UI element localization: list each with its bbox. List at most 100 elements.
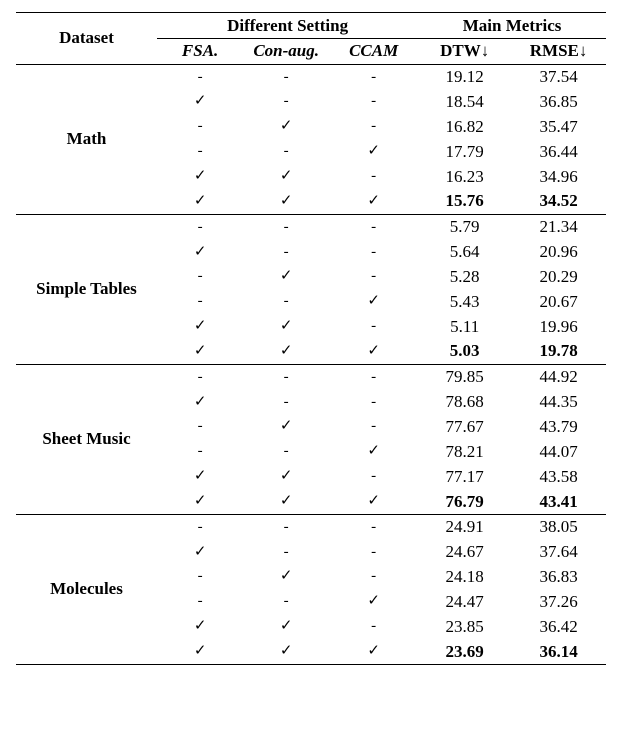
cell-conaug: - <box>243 139 329 164</box>
cell-conaug: ✓ <box>243 314 329 339</box>
cell-conaug: ✓ <box>243 639 329 664</box>
col-dataset: Dataset <box>16 13 157 65</box>
cell-fsa: ✓ <box>157 464 243 489</box>
cell-dtw: 16.23 <box>418 164 511 189</box>
cell-rmse: 43.79 <box>511 415 606 440</box>
cell-ccam: ✓ <box>329 189 418 214</box>
cell-ccam: ✓ <box>329 339 418 364</box>
cell-dtw: 78.21 <box>418 439 511 464</box>
cell-dtw: 79.85 <box>418 364 511 389</box>
cell-rmse: 19.96 <box>511 314 606 339</box>
cell-ccam: - <box>329 390 418 415</box>
cell-rmse: 43.41 <box>511 489 606 514</box>
col-group-settings: Different Setting <box>157 13 418 39</box>
cell-rmse: 44.35 <box>511 390 606 415</box>
cell-fsa: - <box>157 114 243 139</box>
col-conaug: Con-aug. <box>243 38 329 64</box>
cell-dtw: 5.28 <box>418 264 511 289</box>
cell-conaug: - <box>243 540 329 565</box>
cell-dtw: 24.47 <box>418 589 511 614</box>
col-group-metrics: Main Metrics <box>418 13 606 39</box>
cell-dtw: 24.67 <box>418 540 511 565</box>
cell-dtw: 23.69 <box>418 639 511 664</box>
dataset-name: Simple Tables <box>16 214 157 364</box>
cell-ccam: - <box>329 64 418 89</box>
cell-fsa: - <box>157 64 243 89</box>
cell-ccam: ✓ <box>329 639 418 664</box>
cell-ccam: ✓ <box>329 589 418 614</box>
cell-fsa: - <box>157 364 243 389</box>
cell-fsa: - <box>157 139 243 164</box>
cell-rmse: 19.78 <box>511 339 606 364</box>
cell-conaug: - <box>243 439 329 464</box>
table-row: Sheet Music---79.8544.92 <box>16 364 606 389</box>
cell-fsa: ✓ <box>157 489 243 514</box>
cell-ccam: - <box>329 364 418 389</box>
cell-conaug: ✓ <box>243 614 329 639</box>
col-fsa: FSA. <box>157 38 243 64</box>
cell-rmse: 20.96 <box>511 240 606 265</box>
cell-rmse: 20.67 <box>511 289 606 314</box>
cell-fsa: - <box>157 565 243 590</box>
cell-fsa: - <box>157 214 243 239</box>
cell-dtw: 5.43 <box>418 289 511 314</box>
cell-ccam: - <box>329 464 418 489</box>
cell-dtw: 5.03 <box>418 339 511 364</box>
cell-ccam: - <box>329 164 418 189</box>
cell-conaug: - <box>243 364 329 389</box>
table-body: Math---19.1237.54✓--18.5436.85-✓-16.8235… <box>16 64 606 664</box>
cell-conaug: - <box>243 214 329 239</box>
col-ccam: CCAM <box>329 38 418 64</box>
cell-fsa: - <box>157 439 243 464</box>
cell-dtw: 17.79 <box>418 139 511 164</box>
cell-fsa: ✓ <box>157 240 243 265</box>
cell-dtw: 19.12 <box>418 64 511 89</box>
cell-dtw: 5.64 <box>418 240 511 265</box>
cell-ccam: ✓ <box>329 489 418 514</box>
cell-dtw: 15.76 <box>418 189 511 214</box>
ablation-table: Dataset Different Setting Main Metrics F… <box>16 12 606 665</box>
cell-rmse: 21.34 <box>511 214 606 239</box>
cell-fsa: ✓ <box>157 390 243 415</box>
cell-ccam: - <box>329 240 418 265</box>
cell-ccam: ✓ <box>329 139 418 164</box>
cell-rmse: 36.83 <box>511 565 606 590</box>
cell-rmse: 43.58 <box>511 464 606 489</box>
cell-ccam: - <box>329 314 418 339</box>
cell-conaug: ✓ <box>243 489 329 514</box>
cell-conaug: - <box>243 289 329 314</box>
cell-dtw: 78.68 <box>418 390 511 415</box>
cell-conaug: ✓ <box>243 339 329 364</box>
cell-ccam: - <box>329 565 418 590</box>
cell-conaug: - <box>243 589 329 614</box>
cell-conaug: - <box>243 64 329 89</box>
cell-fsa: ✓ <box>157 639 243 664</box>
cell-fsa: ✓ <box>157 164 243 189</box>
cell-fsa: ✓ <box>157 189 243 214</box>
table-row: Molecules---24.9138.05 <box>16 514 606 539</box>
cell-fsa: ✓ <box>157 339 243 364</box>
cell-rmse: 37.64 <box>511 540 606 565</box>
cell-rmse: 20.29 <box>511 264 606 289</box>
dataset-name: Sheet Music <box>16 364 157 514</box>
cell-dtw: 77.67 <box>418 415 511 440</box>
cell-rmse: 34.52 <box>511 189 606 214</box>
cell-conaug: - <box>243 240 329 265</box>
cell-rmse: 36.44 <box>511 139 606 164</box>
cell-conaug: ✓ <box>243 464 329 489</box>
cell-rmse: 34.96 <box>511 164 606 189</box>
cell-dtw: 23.85 <box>418 614 511 639</box>
dataset-name: Molecules <box>16 514 157 664</box>
cell-rmse: 35.47 <box>511 114 606 139</box>
cell-ccam: ✓ <box>329 289 418 314</box>
cell-conaug: ✓ <box>243 415 329 440</box>
cell-fsa: - <box>157 514 243 539</box>
cell-fsa: - <box>157 589 243 614</box>
cell-conaug: ✓ <box>243 189 329 214</box>
cell-rmse: 38.05 <box>511 514 606 539</box>
cell-rmse: 36.14 <box>511 639 606 664</box>
cell-dtw: 16.82 <box>418 114 511 139</box>
cell-ccam: - <box>329 540 418 565</box>
cell-fsa: ✓ <box>157 614 243 639</box>
cell-ccam: - <box>329 264 418 289</box>
